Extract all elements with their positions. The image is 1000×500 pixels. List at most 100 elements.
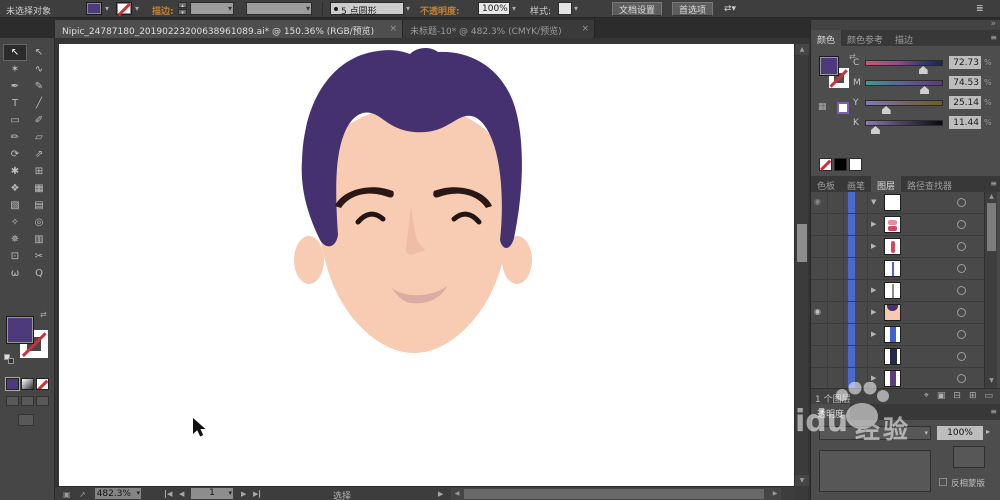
type-tool[interactable]: T	[3, 95, 27, 112]
tab-transparency[interactable]: 透明度	[811, 404, 851, 420]
magic-wand-tool[interactable]: ✶	[3, 61, 27, 78]
out-of-gamut-icon[interactable]: ▦	[818, 102, 827, 112]
scroll-up-icon[interactable]: ▲	[985, 192, 998, 202]
make-clip-mask-icon[interactable]: ▣	[937, 391, 946, 401]
stroke-color-swatch[interactable]	[116, 2, 132, 15]
pencil-tool[interactable]: ✏	[3, 129, 27, 146]
zoom-level-field[interactable]: 482.3% ▾	[95, 488, 141, 499]
document-tab-nipic[interactable]: Nipic_24787180_20190223200638961089.ai* …	[55, 20, 403, 38]
disclosure-icon[interactable]: ▶	[871, 220, 876, 228]
layer-row[interactable]	[811, 258, 984, 280]
dropdown-arrow-icon[interactable]: ▾	[512, 4, 516, 13]
shape-builder-tool[interactable]: ❖	[3, 180, 27, 197]
blend-tool[interactable]: ◎	[27, 214, 51, 231]
scale-tool[interactable]: ⇗	[27, 146, 51, 163]
panel-menu-icon[interactable]: ≡	[990, 407, 997, 416]
document-setup-button[interactable]: 文档设置	[612, 2, 663, 16]
column-graph-tool[interactable]: ▥	[27, 231, 51, 248]
layer-thumbnail[interactable]	[884, 260, 901, 277]
fill-color-swatch[interactable]	[86, 2, 102, 15]
disclosure-icon[interactable]: ▶	[871, 374, 876, 382]
scroll-up-icon[interactable]: ▲	[795, 44, 809, 55]
last-artboard-icon[interactable]: ▶	[253, 490, 261, 498]
visibility-eye-icon[interactable]: ◉	[814, 307, 821, 316]
scroll-right-icon[interactable]: ▶	[769, 488, 781, 500]
paintbrush-tool[interactable]: ✐	[27, 112, 51, 129]
stroke-dropdown-arrow[interactable]: ▾	[135, 4, 139, 13]
horizontal-scrollbar[interactable]: ◀ ▶	[451, 488, 781, 500]
new-layer-icon[interactable]: ⊞	[969, 391, 977, 401]
layer-row[interactable]: ▶	[811, 368, 984, 388]
curvature-tool[interactable]: ✎	[27, 78, 51, 95]
screen-mode-icon[interactable]	[18, 414, 34, 426]
symbol-sprayer-tool[interactable]: ✵	[3, 231, 27, 248]
channel-value-field[interactable]: 74.53	[949, 76, 981, 89]
opacity-value-field[interactable]: 100%	[478, 2, 510, 15]
target-circle-icon[interactable]	[957, 264, 966, 273]
delete-layer-icon[interactable]: ▭	[984, 391, 993, 401]
layer-thumbnail[interactable]	[884, 370, 901, 387]
prev-artboard-icon[interactable]: ◀	[179, 490, 184, 498]
status-expand-icon[interactable]: ▶	[438, 490, 443, 498]
tab-color[interactable]: 颜色	[811, 30, 842, 46]
slice-tool[interactable]: ✂	[27, 248, 51, 265]
lasso-tool[interactable]: ∿	[27, 61, 51, 78]
fill-swatch[interactable]	[6, 316, 34, 344]
layer-row[interactable]: ▶	[811, 280, 984, 302]
brush-definition-dropdown[interactable]: ▾	[246, 2, 312, 15]
channel-slider[interactable]	[865, 100, 943, 114]
status-icon-a[interactable]: ▣	[63, 490, 71, 499]
layer-thumbnail[interactable]	[884, 194, 901, 211]
document-tab-untitled[interactable]: 未标题-10* @ 482.3% (CMYK/预览) ×	[403, 20, 595, 38]
swap-fill-stroke-icon[interactable]: ⇄	[40, 310, 47, 319]
panel-menu-icon[interactable]: ≡	[990, 179, 997, 188]
disclosure-icon[interactable]: ▶	[871, 330, 876, 338]
layer-row[interactable]: ▶	[811, 214, 984, 236]
color-mode-button[interactable]	[6, 378, 19, 390]
vertical-scroll-thumb[interactable]	[797, 224, 807, 262]
channel-slider[interactable]	[865, 60, 943, 74]
none-mode-button[interactable]	[36, 378, 49, 390]
scroll-down-icon[interactable]: ▼	[985, 376, 998, 386]
fill-dropdown-arrow[interactable]: ▾	[105, 4, 109, 13]
zoom-tool[interactable]: Q	[27, 265, 51, 282]
target-circle-icon[interactable]	[957, 220, 966, 229]
channel-value-field[interactable]: 25.14	[949, 96, 981, 109]
gradient-tool[interactable]: ▤	[27, 197, 51, 214]
style-swatch[interactable]	[558, 2, 572, 15]
direct-selection-tool[interactable]: ↖	[27, 44, 51, 61]
layer-row[interactable]: ▶	[811, 324, 984, 346]
draw-behind-icon[interactable]	[21, 396, 34, 406]
scroll-left-icon[interactable]: ◀	[451, 488, 463, 500]
next-artboard-icon[interactable]: ▶	[241, 490, 246, 498]
selection-tool[interactable]: ↖	[3, 44, 27, 61]
eraser-tool[interactable]: ▱	[27, 129, 51, 146]
variable-width-profile-dropdown[interactable]: 5 点圆形	[330, 2, 404, 17]
target-circle-icon[interactable]	[957, 330, 966, 339]
disclosure-icon[interactable]: ▶	[871, 308, 876, 316]
rectangle-tool[interactable]: ▭	[3, 112, 27, 129]
free-transform-tool[interactable]: ⊞	[27, 163, 51, 180]
workspace-list-icon[interactable]: ≣	[976, 4, 984, 14]
perspective-grid-tool[interactable]: ▦	[27, 180, 51, 197]
white-swatch[interactable]	[849, 158, 862, 171]
channel-value-field[interactable]: 72.73	[949, 56, 981, 69]
target-circle-icon[interactable]	[957, 286, 966, 295]
transform-options-icon[interactable]: ⇄▾	[724, 4, 736, 14]
tab-pathfinder[interactable]: 路径查找器	[901, 176, 958, 192]
layer-thumbnail[interactable]	[884, 326, 901, 343]
layer-row[interactable]: ◉ ▶	[811, 302, 984, 324]
locate-object-icon[interactable]: ⌖	[924, 391, 929, 401]
blend-mode-dropdown[interactable]: ▾	[819, 426, 931, 440]
stroke-weight-stepper[interactable]: ▴ ▾	[178, 2, 187, 16]
layer-row[interactable]	[811, 346, 984, 368]
disclosure-icon[interactable]: ▼	[871, 198, 876, 206]
line-segment-tool[interactable]: ╱	[27, 95, 51, 112]
mesh-tool[interactable]: ▧	[3, 197, 27, 214]
visibility-eye-icon[interactable]: ◉	[814, 197, 821, 206]
status-icon-b[interactable]: ↗	[79, 490, 86, 499]
new-sublayer-icon[interactable]: ⊟	[953, 391, 961, 401]
hand-tool[interactable]: ω	[3, 265, 27, 282]
none-swatch[interactable]	[819, 158, 832, 171]
tab-swatches[interactable]: 色板	[811, 176, 841, 192]
